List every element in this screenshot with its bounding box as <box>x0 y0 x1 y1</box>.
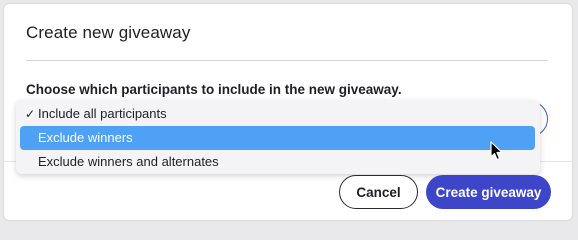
option-exclude-winners-alternates[interactable]: Exclude winners and alternates <box>20 150 535 174</box>
participants-dropdown-menu: ✓ Include all participants Exclude winne… <box>16 100 540 174</box>
create-giveaway-button[interactable]: Create giveaway <box>426 175 551 209</box>
participants-prompt: Choose which participants to include in … <box>26 82 402 97</box>
option-include-all[interactable]: ✓ Include all participants <box>20 102 535 126</box>
option-exclude-winners[interactable]: Exclude winners <box>20 126 535 150</box>
title-divider <box>26 60 548 61</box>
checkmark-icon: ✓ <box>25 107 36 121</box>
option-label: Exclude winners and alternates <box>38 154 219 169</box>
cancel-button[interactable]: Cancel <box>339 175 418 209</box>
mouse-pointer-icon <box>490 141 503 161</box>
dialog-title: Create new giveaway <box>26 23 191 42</box>
option-label: Exclude winners <box>38 130 133 145</box>
option-label: Include all participants <box>38 106 167 121</box>
